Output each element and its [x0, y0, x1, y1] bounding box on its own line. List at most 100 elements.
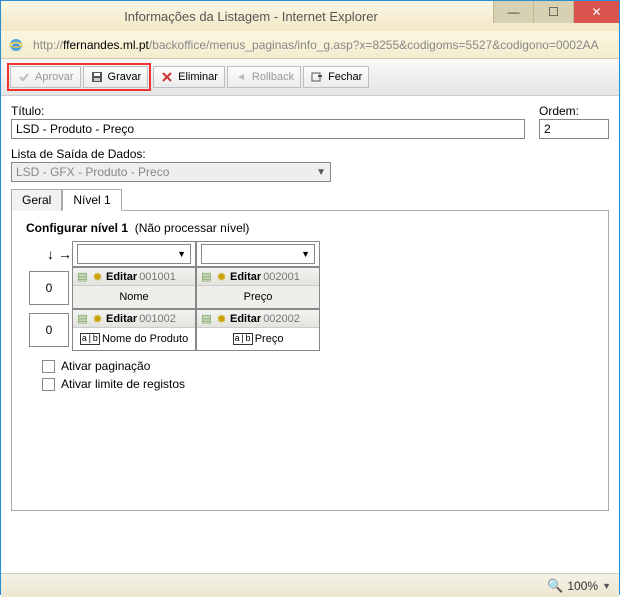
edit-label: Editar: [230, 271, 261, 283]
eliminar-button[interactable]: Eliminar: [153, 66, 225, 88]
aprovar-button[interactable]: Aprovar: [10, 66, 81, 88]
eliminar-label: Eliminar: [178, 71, 218, 83]
cell-head: ▤ ✹ Editar 002001: [197, 268, 319, 286]
cell-name: Nome: [73, 286, 195, 308]
config-title-rest: (Não processar nível): [135, 221, 250, 235]
gear-icon: ✹: [215, 312, 228, 325]
cell-name: Preço: [197, 286, 319, 308]
chevron-down-icon: ▼: [316, 167, 326, 178]
cell-head: ▤ ✹ Editar 001002: [73, 310, 195, 328]
lista-select[interactable]: LSD - GFX - Produto - Preco ▼: [11, 162, 331, 182]
sheet-icon: ▤: [200, 312, 213, 325]
save-icon: [90, 70, 104, 84]
gear-icon: ✹: [91, 312, 104, 325]
chk-limite-row: Ativar limite de registos: [42, 377, 594, 391]
titulo-label: Título:: [11, 104, 525, 118]
cell-id: 001002: [139, 313, 176, 325]
chk-paginacao[interactable]: [42, 360, 55, 373]
config-title-bold: Configurar nível 1: [26, 221, 128, 235]
delete-icon: [160, 70, 174, 84]
ordem-field: Ordem:: [539, 104, 609, 139]
chevron-down-icon: ▼: [177, 249, 186, 259]
ordem-input[interactable]: [539, 119, 609, 139]
cell-field: a|b Preço: [197, 328, 319, 350]
ie-icon: [7, 36, 25, 54]
cell-2-1[interactable]: ▤ ✹ Editar 001002 a|b Nome do Produto: [72, 309, 196, 351]
chevron-down-icon[interactable]: ▼: [602, 581, 611, 591]
content-area: Título: Ordem: Lista de Saída de Dados: …: [1, 96, 619, 573]
check-icon: [17, 70, 31, 84]
cell-id: 002001: [263, 271, 300, 283]
toolbar: Aprovar Gravar Eliminar Rollback Fechar: [1, 59, 619, 96]
edit-label: Editar: [106, 313, 137, 325]
aprovar-label: Aprovar: [35, 71, 74, 83]
cell-id: 001001: [139, 271, 176, 283]
row1-num[interactable]: 0: [29, 271, 69, 305]
gravar-button[interactable]: Gravar: [83, 66, 149, 88]
tab-panel: Configurar nível 1 (Não processar nível)…: [11, 211, 609, 511]
window-titlebar: Informações da Listagem - Internet Explo…: [1, 1, 619, 31]
arrow-right-icon: →: [58, 246, 72, 262]
gravar-label: Gravar: [108, 71, 142, 83]
axis-arrows: ↓ →: [26, 241, 72, 267]
ordem-label: Ordem:: [539, 104, 609, 118]
cell-field: a|b Nome do Produto: [73, 328, 195, 350]
address-bar: http://ffernandes.ml.pt/backoffice/menus…: [1, 31, 619, 59]
cell-id: 002002: [263, 313, 300, 325]
cell-2-2[interactable]: ▤ ✹ Editar 002002 a|b Preço: [196, 309, 320, 351]
chk-paginacao-label: Ativar paginação: [61, 359, 150, 373]
col2-select-cell: ▼: [196, 241, 320, 267]
rollback-label: Rollback: [252, 71, 294, 83]
text-field-icon: a|b: [80, 333, 100, 345]
url-display[interactable]: http://ffernandes.ml.pt/backoffice/menus…: [29, 36, 613, 54]
lista-label: Lista de Saída de Dados:: [11, 147, 609, 161]
highlight-box: Aprovar Gravar: [7, 63, 151, 91]
edit-label: Editar: [106, 271, 137, 283]
text-field-icon: a|b: [233, 333, 253, 345]
edit-label: Editar: [230, 313, 261, 325]
maximize-button[interactable]: ☐: [533, 1, 573, 23]
sheet-icon: ▤: [76, 312, 89, 325]
rollback-icon: [234, 70, 248, 84]
titulo-input[interactable]: [11, 119, 525, 139]
col1-select-cell: ▼: [72, 241, 196, 267]
gear-icon: ✹: [91, 270, 104, 283]
close-icon: [310, 70, 324, 84]
chevron-down-icon: ▼: [301, 249, 310, 259]
gear-icon: ✹: [215, 270, 228, 283]
lista-value: LSD - GFX - Produto - Preco: [16, 165, 169, 179]
chk-paginacao-row: Ativar paginação: [42, 359, 594, 373]
config-grid: ↓ → ▼ ▼ 0 ▤ ✹ Editar 001001 Nome: [26, 241, 594, 351]
cell-1-2[interactable]: ▤ ✹ Editar 002001 Preço: [196, 267, 320, 309]
chk-limite[interactable]: [42, 378, 55, 391]
arrow-down-icon: ↓: [47, 246, 54, 262]
url-scheme: http://: [33, 38, 63, 52]
chk-limite-label: Ativar limite de registos: [61, 377, 185, 391]
titulo-field: Título:: [11, 104, 525, 139]
cell-head: ▤ ✹ Editar 002002: [197, 310, 319, 328]
col1-select[interactable]: ▼: [77, 244, 191, 264]
fechar-label: Fechar: [328, 71, 362, 83]
minimize-button[interactable]: —: [493, 1, 533, 23]
cell-head: ▤ ✹ Editar 001001: [73, 268, 195, 286]
tab-nivel1[interactable]: Nível 1: [62, 189, 121, 211]
zoom-icon[interactable]: 🔍: [547, 578, 563, 594]
lista-field: Lista de Saída de Dados: LSD - GFX - Pro…: [11, 147, 609, 182]
sheet-icon: ▤: [76, 270, 89, 283]
row2-num[interactable]: 0: [29, 313, 69, 347]
fechar-button[interactable]: Fechar: [303, 66, 369, 88]
window-title: Informações da Listagem - Internet Explo…: [9, 9, 493, 24]
url-host: ffernandes.ml.pt: [63, 38, 149, 52]
tab-strip: Geral Nível 1: [11, 188, 609, 211]
col2-select[interactable]: ▼: [201, 244, 315, 264]
status-bar: 🔍 100% ▼: [1, 573, 619, 597]
rollback-button[interactable]: Rollback: [227, 66, 301, 88]
cell-1-1[interactable]: ▤ ✹ Editar 001001 Nome: [72, 267, 196, 309]
close-button[interactable]: ✕: [573, 1, 619, 23]
window-buttons: — ☐ ✕: [493, 1, 619, 31]
zoom-value: 100%: [567, 579, 598, 593]
url-path: /backoffice/menus_paginas/info_g.asp?x=8…: [149, 38, 599, 52]
tab-geral[interactable]: Geral: [11, 189, 62, 211]
sheet-icon: ▤: [200, 270, 213, 283]
config-title: Configurar nível 1 (Não processar nível): [26, 221, 594, 235]
